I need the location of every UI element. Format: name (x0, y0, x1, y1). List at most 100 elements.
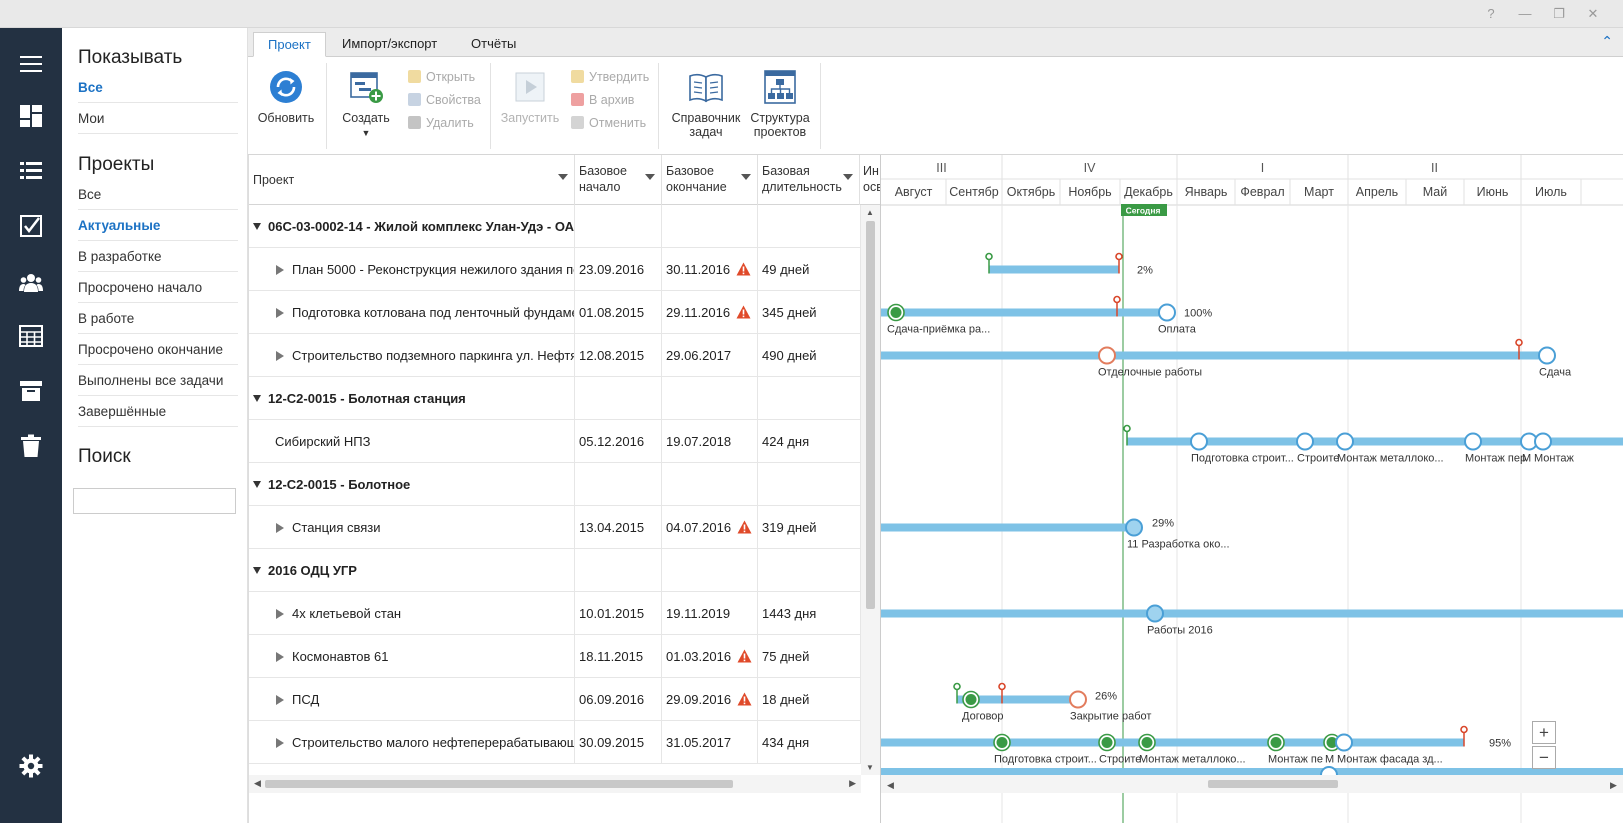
scroll-thumb[interactable] (866, 221, 875, 609)
table-row[interactable]: Космонавтов 61 18.11.2015 01.03.2016 75 дне… (249, 635, 861, 678)
tab-project[interactable]: Проект (253, 32, 326, 57)
properties-button[interactable]: Свойства (408, 90, 481, 110)
collapse-triangle-icon[interactable] (253, 567, 261, 574)
milestone-done (1101, 737, 1113, 748)
gantt-chart: III IV I II Август Сентябр Октябрь Ноябрь Декабр… (880, 155, 1623, 823)
create-button[interactable]: Создать ▼ (336, 69, 396, 140)
expand-triangle-icon[interactable] (276, 265, 284, 275)
table-row[interactable]: Сибирский НПЗ 05.12.2016 19.07.2018 424 дня (249, 420, 861, 463)
sidebar-project-filter[interactable]: Выполнены все задачи (78, 365, 238, 396)
settings-gear-icon[interactable] (19, 754, 43, 778)
pin-head (998, 682, 1006, 691)
col-header-start[interactable]: Базовое начало (575, 155, 662, 205)
close-button[interactable]: ✕ (1577, 4, 1609, 24)
help-button[interactable]: ? (1475, 4, 1507, 24)
scroll-down-icon[interactable]: ▼ (866, 763, 874, 772)
sort-dropdown-icon[interactable] (843, 174, 853, 180)
milestone-label: Подготовка строит... (994, 754, 1097, 766)
expand-triangle-icon[interactable] (276, 523, 284, 533)
sidebar-project-filter[interactable]: Актуальные (78, 210, 238, 241)
show-all-item[interactable]: Все (78, 72, 238, 103)
delete-button[interactable]: Удалить (408, 113, 474, 133)
table-row[interactable]: 4х клетьевой стан 10.01.2015 19.11.2019 144… (249, 592, 861, 635)
table-row[interactable]: Подготовка котлована под ленточный фунда… (249, 291, 861, 334)
collapse-triangle-icon[interactable] (253, 223, 261, 230)
open-button[interactable]: Открыть (408, 67, 475, 87)
group-row[interactable]: 06С-03-0002-14 - Жилой комплекс Улан-Удэ… (249, 205, 861, 248)
scroll-left-icon[interactable]: ◀ (254, 778, 261, 789)
trash-icon[interactable] (19, 434, 43, 458)
col-header-duration[interactable]: Базовая длительность (758, 155, 860, 205)
sidebar-project-filter[interactable]: Просрочено окончание (78, 334, 238, 365)
expand-triangle-icon[interactable] (276, 308, 284, 318)
run-button[interactable]: Запустить (498, 69, 562, 125)
end-date: 04.07.2016 (666, 520, 732, 535)
users-group-icon[interactable] (19, 270, 43, 294)
table-row[interactable]: ПСД 06.09.2016 29.09.2016 18 дней (249, 678, 861, 721)
milestone-label: Отделочные работы (1098, 367, 1202, 379)
sort-dropdown-icon[interactable] (741, 174, 751, 180)
tasks-checkbox-icon[interactable] (19, 214, 43, 238)
table-row[interactable]: Строительство подземного паркинга ул. Не… (249, 334, 861, 377)
project-structure-button[interactable]: Структура проектов (746, 69, 814, 139)
sidebar-project-filter[interactable]: В работе (78, 303, 238, 334)
grid-vertical-scrollbar[interactable]: ▲ ▼ (861, 205, 881, 775)
scroll-right-icon[interactable]: ▶ (849, 778, 856, 789)
col-header-extra[interactable]: Ин осв (860, 155, 881, 205)
table-row[interactable]: Станция связи 13.04.2015 04.07.2016 319 дне… (249, 506, 861, 549)
expand-triangle-icon[interactable] (276, 695, 284, 705)
duration: 319 дней (758, 506, 861, 549)
scroll-thumb[interactable] (265, 780, 733, 788)
cancel-button[interactable]: Отменить (571, 113, 646, 133)
scroll-up-icon[interactable]: ▲ (866, 208, 874, 217)
sidebar-project-filter[interactable]: Все (78, 179, 238, 210)
sidebar-project-filter[interactable]: В разработке (78, 241, 238, 272)
minimize-button[interactable]: — (1509, 4, 1541, 24)
group-row[interactable]: 12-С2-0015 - Болотная станция (249, 377, 861, 420)
projects-list-icon[interactable] (19, 159, 43, 183)
expand-triangle-icon[interactable] (276, 609, 284, 619)
collapse-ribbon-icon[interactable]: ⌃ (1601, 33, 1613, 50)
col-header-project[interactable]: Проект (249, 155, 575, 205)
folder-icon (408, 70, 421, 83)
group-row[interactable]: 12-С2-0015 - Болотное (249, 463, 861, 506)
sidebar-project-filter[interactable]: Просрочено начало (78, 272, 238, 303)
grid-horizontal-scrollbar[interactable]: ◀ ▶ (249, 775, 861, 793)
search-input[interactable] (73, 488, 236, 514)
project-structure-label-2: проектов (753, 125, 807, 139)
group-name: 06С-03-0002-14 - Жилой комплекс Улан-Удэ… (268, 219, 575, 234)
milestone-label: Строите (1297, 453, 1339, 465)
month-label: Июнь (1477, 185, 1509, 199)
archive-icon (571, 93, 584, 106)
task-reference-button[interactable]: Справочник задач (666, 69, 746, 139)
table-row[interactable]: Строительство малого нефтеперерабатывающ… (249, 721, 861, 764)
col-header-end[interactable]: Базовое окончание (662, 155, 758, 205)
sort-dropdown-icon[interactable] (645, 174, 655, 180)
zoom-in-button[interactable]: + (1532, 721, 1556, 744)
table-grid-icon[interactable] (19, 324, 43, 348)
collapse-triangle-icon[interactable] (253, 395, 261, 402)
dashboard-icon[interactable] (19, 104, 43, 128)
collapse-triangle-icon[interactable] (253, 481, 261, 488)
sidebar-project-filter[interactable]: Завершённые (78, 396, 238, 427)
warning-icon (737, 692, 752, 706)
expand-triangle-icon[interactable] (276, 738, 284, 748)
expand-triangle-icon[interactable] (276, 652, 284, 662)
approve-button[interactable]: Утвердить (571, 67, 649, 87)
zoom-out-button[interactable]: − (1532, 746, 1556, 769)
table-row[interactable]: План 5000 - Реконструкция нежилого здани… (249, 248, 861, 291)
start-date: 10.01.2015 (575, 592, 662, 635)
refresh-button[interactable]: Обновить (256, 69, 316, 125)
archive-button[interactable]: В архив (571, 90, 634, 110)
cancel-icon (571, 116, 584, 129)
tab-import-export[interactable]: Импорт/экспорт (328, 32, 451, 57)
hamburger-menu-icon[interactable] (19, 52, 43, 76)
archive-box-icon[interactable] (19, 379, 43, 403)
group-row[interactable]: 2016 ОДЦ УГР (249, 549, 861, 592)
expand-triangle-icon[interactable] (276, 351, 284, 361)
sort-dropdown-icon[interactable] (558, 174, 568, 180)
pin-head (1123, 424, 1131, 433)
restore-button[interactable]: ❐ (1543, 4, 1575, 24)
show-mine-item[interactable]: Мои (78, 103, 238, 134)
tab-reports[interactable]: Отчёты (457, 32, 530, 57)
